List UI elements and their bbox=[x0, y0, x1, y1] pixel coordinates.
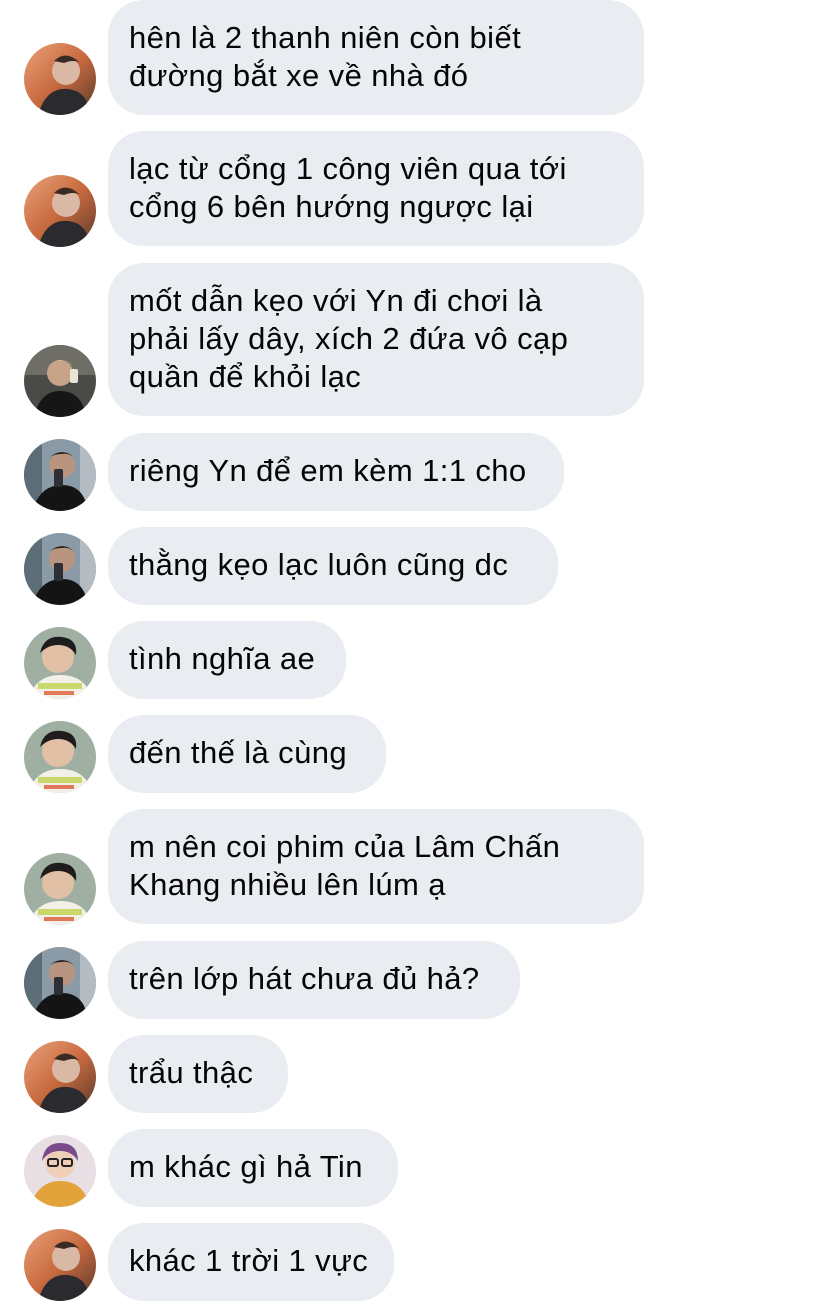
sender-avatar[interactable] bbox=[24, 627, 96, 699]
sender-avatar[interactable] bbox=[24, 175, 96, 247]
sender-avatar[interactable] bbox=[24, 533, 96, 605]
message-thread: hên là 2 thanh niên còn biết đường bắt x… bbox=[0, 0, 828, 1310]
sender-avatar[interactable] bbox=[24, 345, 96, 417]
message-bubble[interactable]: m nên coi phim của Lâm Chấn Khang nhiều … bbox=[108, 809, 644, 924]
message-bubble[interactable]: riêng Yn để em kèm 1:1 cho bbox=[108, 433, 564, 511]
sender-avatar[interactable] bbox=[24, 947, 96, 1019]
sender-avatar[interactable] bbox=[24, 853, 96, 925]
message-bubble[interactable]: hên là 2 thanh niên còn biết đường bắt x… bbox=[108, 0, 644, 115]
message-bubble[interactable]: khác 1 trời 1 vực bbox=[108, 1223, 394, 1301]
message-bubble[interactable]: tình nghĩa ae bbox=[108, 621, 346, 699]
sender-avatar[interactable] bbox=[24, 1135, 96, 1207]
message-bubble[interactable]: thằng kẹo lạc luôn cũng dc bbox=[108, 527, 558, 605]
message-bubble[interactable]: trẩu thậc bbox=[108, 1035, 288, 1113]
sender-avatar[interactable] bbox=[24, 1229, 96, 1301]
message-bubble[interactable]: mốt dẫn kẹo với Yn đi chơi là phải lấy d… bbox=[108, 263, 644, 416]
message-bubble[interactable]: đến thế là cùng bbox=[108, 715, 386, 793]
sender-avatar[interactable] bbox=[24, 1041, 96, 1113]
message-bubble[interactable]: trên lớp hát chưa đủ hả? bbox=[108, 941, 520, 1019]
message-bubble[interactable]: lạc từ cổng 1 công viên qua tới cổng 6 b… bbox=[108, 131, 644, 246]
sender-avatar[interactable] bbox=[24, 721, 96, 793]
message-bubble[interactable]: m khác gì hả Tin bbox=[108, 1129, 398, 1207]
sender-avatar[interactable] bbox=[24, 43, 96, 115]
sender-avatar[interactable] bbox=[24, 439, 96, 511]
